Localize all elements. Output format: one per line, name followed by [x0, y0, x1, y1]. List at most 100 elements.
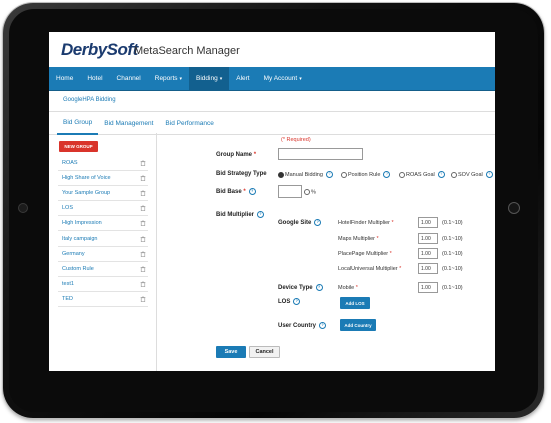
- content: NEW GROUP ROAS High Share of Voice Your Sa…: [49, 133, 495, 371]
- main-nav: Home Hotel Channel Reports ▾ Bidding ▾ Ale…: [49, 67, 495, 91]
- chevron-down-icon: ▾: [299, 75, 302, 82]
- help-icon[interactable]: ?: [437, 171, 445, 178]
- help-icon[interactable]: ?: [314, 219, 322, 226]
- group-name[interactable]: Custom Rule: [62, 266, 94, 272]
- group-name[interactable]: LOS: [62, 205, 73, 211]
- help-icon[interactable]: ?: [319, 322, 327, 329]
- trash-icon[interactable]: [140, 205, 146, 212]
- los-label: LOS?: [278, 298, 301, 305]
- maps-multiplier-input[interactable]: 1.00: [418, 233, 438, 244]
- help-icon[interactable]: ?: [315, 284, 323, 291]
- user-country-label: User Country?: [278, 322, 327, 329]
- bid-group-form: (* Required) Group Name * Bid Strategy T…: [156, 133, 495, 371]
- trash-icon[interactable]: [140, 235, 146, 242]
- trash-icon[interactable]: [140, 160, 146, 167]
- tab-bid-management[interactable]: Bid Management: [98, 112, 159, 134]
- strategy-position-rule[interactable]: Position Rule?: [341, 171, 391, 178]
- list-item[interactable]: Your Sample Group: [58, 186, 148, 202]
- cancel-button[interactable]: Cancel: [249, 346, 280, 358]
- radio-icon[interactable]: [304, 189, 310, 195]
- add-country-button[interactable]: Add Country: [340, 319, 376, 331]
- mobile-label: Mobile *: [338, 285, 358, 291]
- bid-base-input[interactable]: [278, 185, 302, 198]
- localuniversal-multiplier-label: LocalUniversal Multiplier *: [338, 266, 402, 272]
- google-site-label: Google Site?: [278, 219, 322, 226]
- group-name[interactable]: TED: [62, 296, 73, 302]
- breadcrumb-bar: GoogleHPA Bidding: [49, 91, 495, 112]
- list-item[interactable]: High Impression: [58, 216, 148, 232]
- help-icon[interactable]: ?: [485, 171, 493, 178]
- bid-base-label: Bid Base *?: [216, 188, 256, 195]
- strategy-sov-goal[interactable]: SOV Goal?: [451, 171, 493, 178]
- radio-icon[interactable]: [399, 171, 405, 178]
- placepage-multiplier-label: PlacePage Multiplier *: [338, 251, 392, 257]
- nav-hotel[interactable]: Hotel: [80, 67, 109, 90]
- help-icon[interactable]: ?: [383, 171, 391, 178]
- help-icon[interactable]: ?: [293, 298, 301, 305]
- group-name[interactable]: High Impression: [62, 220, 102, 226]
- help-icon[interactable]: ?: [257, 211, 264, 218]
- tab-bar: Bid Group Bid Management Bid Performance: [49, 112, 495, 135]
- trash-icon[interactable]: [140, 266, 146, 272]
- localuniversal-multiplier-input[interactable]: 1.00: [418, 263, 438, 274]
- brand-bar: DerbySoft MetaSearch Manager: [49, 32, 495, 67]
- localuniversal-range: (0.1~10): [442, 266, 463, 272]
- add-los-button[interactable]: Add LOS: [340, 297, 370, 309]
- trash-icon[interactable]: [140, 190, 146, 197]
- hotelfinder-multiplier-input[interactable]: 1.00: [418, 217, 438, 228]
- save-button[interactable]: Save: [216, 346, 246, 358]
- group-name[interactable]: Germany: [62, 251, 85, 257]
- radio-icon[interactable]: [451, 171, 457, 178]
- tab-bid-performance[interactable]: Bid Performance: [159, 112, 219, 134]
- list-item[interactable]: TED: [58, 292, 148, 307]
- strategy-manual-bidding[interactable]: Manual Bidding?: [278, 171, 333, 178]
- placepage-range: (0.1~10): [442, 251, 463, 257]
- list-item[interactable]: test1: [58, 277, 148, 292]
- group-name-label: Group Name *: [216, 152, 257, 158]
- nav-alert[interactable]: Alert: [229, 67, 256, 90]
- strategy-roas-goal[interactable]: ROAS Goal?: [399, 171, 445, 178]
- maps-range: (0.1~10): [442, 236, 463, 242]
- radio-icon[interactable]: [341, 171, 347, 178]
- mobile-multiplier-input[interactable]: 1.00: [418, 282, 438, 293]
- list-item[interactable]: LOS: [58, 201, 148, 217]
- group-name[interactable]: Your Sample Group: [62, 190, 110, 196]
- hotelfinder-multiplier-label: HotelFinder Multiplier *: [338, 220, 394, 226]
- help-icon[interactable]: ?: [248, 188, 256, 195]
- radio-checked-icon[interactable]: [278, 171, 284, 178]
- group-name[interactable]: High Share of Voice: [62, 175, 111, 181]
- bid-strategy-label: Bid Strategy Type: [216, 171, 267, 177]
- trash-icon[interactable]: [140, 251, 146, 257]
- chevron-down-icon: ▾: [179, 75, 183, 82]
- placepage-multiplier-input[interactable]: 1.00: [418, 248, 438, 259]
- group-name-input[interactable]: [278, 148, 363, 160]
- maps-multiplier-label: Maps Multiplier *: [338, 236, 379, 242]
- nav-channel[interactable]: Channel: [110, 67, 148, 90]
- group-list: ROAS High Share of Voice Your Sample Group…: [58, 156, 148, 307]
- new-group-button[interactable]: NEW GROUP: [59, 141, 98, 152]
- list-item[interactable]: High Share of Voice: [58, 171, 148, 187]
- nav-reports[interactable]: Reports ▾: [148, 67, 189, 90]
- breadcrumb[interactable]: GoogleHPA Bidding: [63, 97, 116, 103]
- trash-icon[interactable]: [140, 281, 146, 287]
- group-name[interactable]: test1: [62, 281, 74, 287]
- trash-icon[interactable]: [140, 296, 146, 302]
- nav-bidding[interactable]: Bidding ▾: [189, 67, 230, 90]
- list-item[interactable]: Italy campaign: [58, 231, 148, 247]
- nav-my-account[interactable]: My Account ▾: [257, 67, 309, 90]
- app-title: MetaSearch Manager: [134, 45, 240, 57]
- list-item[interactable]: Germany: [58, 247, 148, 262]
- group-name[interactable]: Italy campaign: [62, 236, 97, 242]
- bid-multiplier-label: Bid Multiplier?: [216, 211, 264, 218]
- list-item[interactable]: Custom Rule: [58, 262, 148, 277]
- list-item[interactable]: ROAS: [58, 156, 148, 172]
- bid-base-unit: %: [304, 189, 316, 195]
- camera-icon: [18, 203, 28, 213]
- trash-icon[interactable]: [140, 220, 146, 227]
- trash-icon[interactable]: [140, 175, 146, 182]
- home-button[interactable]: [508, 202, 520, 214]
- tab-bid-group[interactable]: Bid Group: [57, 112, 99, 135]
- nav-home[interactable]: Home: [49, 67, 80, 90]
- group-name[interactable]: ROAS: [62, 160, 78, 166]
- help-icon[interactable]: ?: [325, 171, 333, 178]
